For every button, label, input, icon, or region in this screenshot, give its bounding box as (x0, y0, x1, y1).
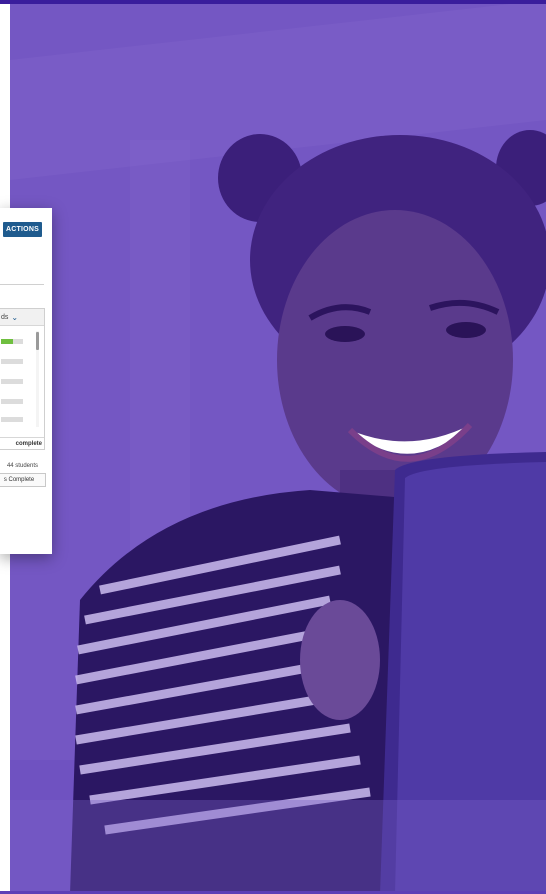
student-photo-illustration (10, 0, 546, 894)
actions-button[interactable]: ACTIONS (3, 222, 42, 237)
mark-complete-button[interactable]: s Complete (0, 473, 46, 487)
top-accent-bar (0, 0, 546, 4)
panel-footer: complete (0, 437, 44, 449)
progress-row (1, 359, 23, 364)
progress-fill (1, 339, 14, 344)
page: ACTIONS ds ⌄ complete 44 students s Comp… (0, 0, 546, 894)
panel-filter[interactable]: ds ⌄ (0, 309, 44, 326)
progress-row (1, 399, 23, 404)
student-count: 44 students (6, 463, 38, 469)
card-divider (0, 284, 44, 285)
chevron-down-icon: ⌄ (11, 312, 19, 322)
scrollbar-thumb[interactable] (36, 332, 39, 350)
progress-panel: ds ⌄ complete (0, 308, 45, 450)
dashboard-card: ACTIONS ds ⌄ complete 44 students s Comp… (0, 208, 52, 554)
progress-row (1, 339, 23, 344)
progress-row (1, 417, 23, 422)
progress-row (1, 379, 23, 384)
filter-label: ds (1, 313, 9, 321)
hero-photo (10, 0, 546, 894)
